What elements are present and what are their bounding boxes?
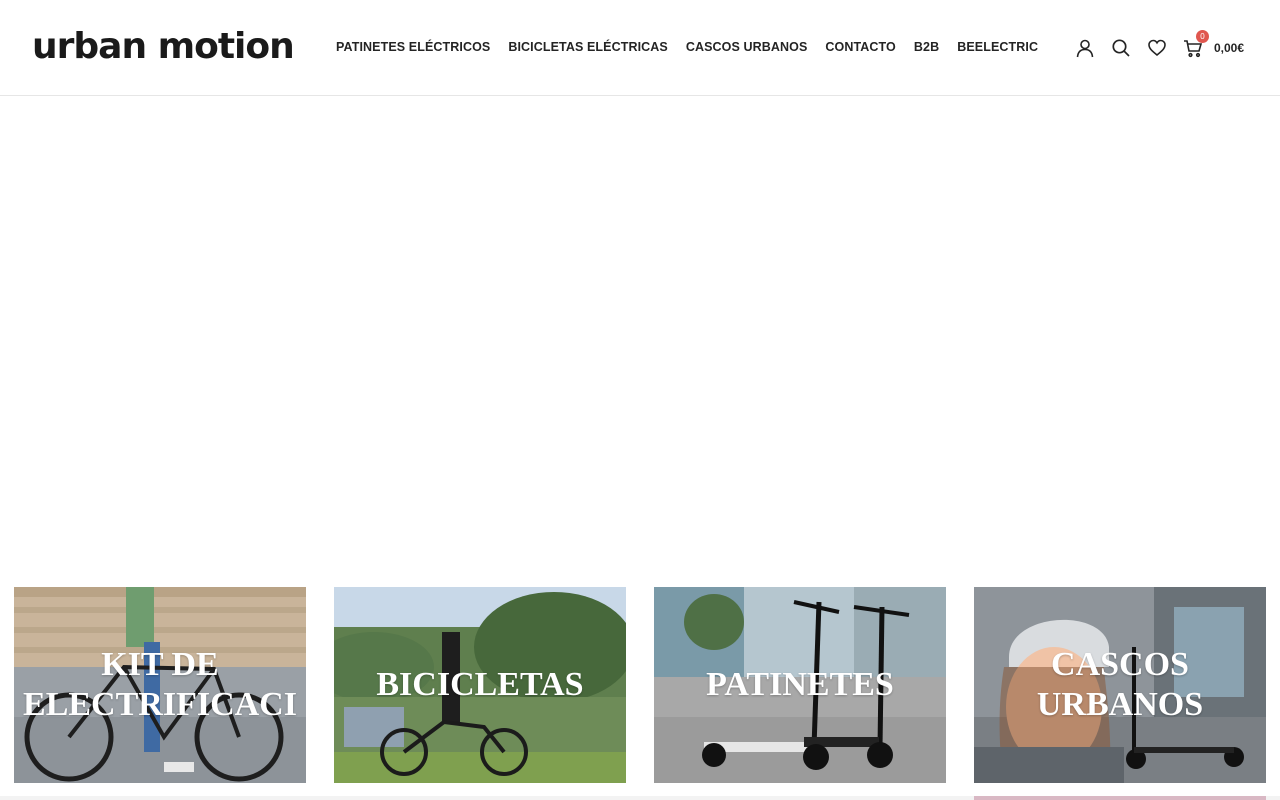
- cart-count-badge: 0: [1196, 30, 1209, 43]
- category-title: BICICLETAS: [376, 666, 584, 703]
- cart-icon[interactable]: 0: [1182, 30, 1209, 59]
- site-header: urban motion PATINETES ELÉCTRICOS BICICL…: [0, 0, 1280, 96]
- category-card-kit[interactable]: KIT DE ELECTRIFICACI: [14, 587, 306, 783]
- main-nav: PATINETES ELÉCTRICOS BICICLETAS ELÉCTRIC…: [336, 38, 1056, 56]
- nav-bicicletas-electricas[interactable]: BICICLETAS ELÉCTRICAS: [508, 38, 668, 56]
- category-grid: KIT DE ELECTRIFICACI BICICLETAS PATINETE…: [0, 587, 1280, 783]
- nav-contacto[interactable]: CONTACTO: [825, 38, 895, 56]
- nav-beelectric[interactable]: BEELECTRIC: [957, 38, 1038, 56]
- user-icon[interactable]: [1074, 37, 1096, 59]
- category-title: KIT DE ELECTRIFICACI: [23, 646, 297, 723]
- category-card-cascos[interactable]: CASCOS URBANOS: [974, 587, 1266, 783]
- cart-total[interactable]: 0,00€: [1214, 37, 1244, 59]
- bottom-strip-accent: [974, 796, 1266, 800]
- nav-cascos-urbanos[interactable]: CASCOS URBANOS: [686, 38, 808, 56]
- category-title: CASCOS URBANOS: [1036, 646, 1204, 723]
- category-card-bicicletas[interactable]: BICICLETAS: [334, 587, 626, 783]
- site-logo[interactable]: urban motion: [32, 22, 295, 72]
- heart-icon[interactable]: [1146, 37, 1168, 59]
- nav-b2b[interactable]: B2B: [914, 38, 939, 56]
- search-icon[interactable]: [1110, 37, 1132, 59]
- header-tools: 0 0,00€: [1074, 30, 1244, 62]
- nav-patinetes-electricos[interactable]: PATINETES ELÉCTRICOS: [336, 38, 490, 56]
- category-title: PATINETES: [706, 666, 894, 703]
- category-card-patinetes[interactable]: PATINETES: [654, 587, 946, 783]
